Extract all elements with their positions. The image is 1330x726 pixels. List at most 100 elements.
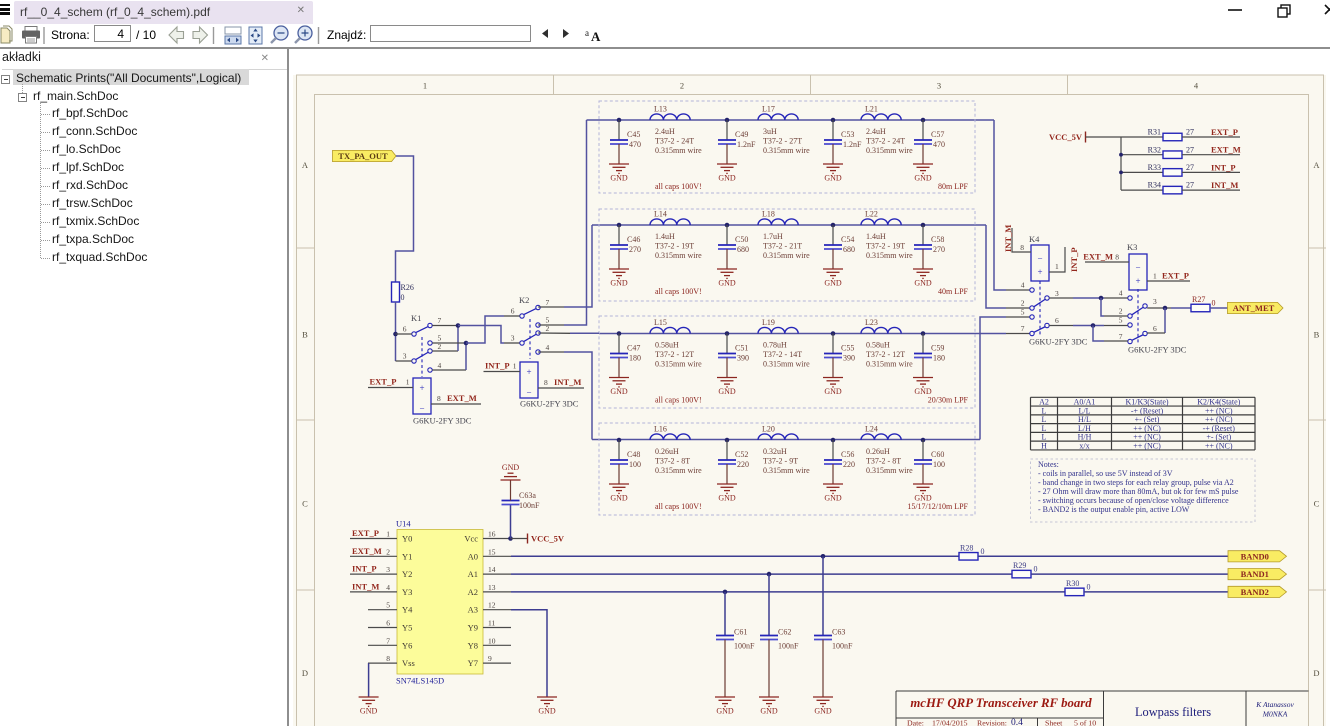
- svg-text:L: L: [1042, 433, 1047, 442]
- svg-text:T37-2 - 9T: T37-2 - 9T: [763, 457, 798, 466]
- svg-text:EXT_M: EXT_M: [1211, 145, 1241, 155]
- svg-text:4: 4: [546, 343, 550, 352]
- svg-text:C46: C46: [627, 235, 640, 244]
- svg-text:H/L: H/L: [1078, 415, 1091, 424]
- svg-text:G6KU-2FY 3DC: G6KU-2FY 3DC: [1128, 345, 1187, 355]
- svg-text:C63a: C63a: [519, 491, 536, 500]
- svg-text:100nF: 100nF: [832, 642, 853, 651]
- svg-text:1.2nF: 1.2nF: [843, 140, 862, 149]
- svg-text:B: B: [302, 329, 308, 339]
- svg-text:GND: GND: [718, 387, 736, 396]
- svg-text:Lowpass filters: Lowpass filters: [1135, 705, 1211, 719]
- svg-text:EXT_P: EXT_P: [1162, 271, 1189, 281]
- svg-text:x/x: x/x: [1079, 441, 1089, 450]
- svg-text:A1: A1: [468, 569, 478, 579]
- svg-text:10: 10: [488, 636, 496, 645]
- svg-text:GND: GND: [610, 494, 628, 503]
- svg-text:T37-2 - 19T: T37-2 - 19T: [866, 242, 905, 251]
- svg-text:R26: R26: [401, 283, 414, 292]
- svg-text:7: 7: [546, 298, 550, 307]
- svg-text:3: 3: [386, 565, 390, 574]
- svg-text:3uH: 3uH: [763, 127, 777, 136]
- svg-text:EXT_P: EXT_P: [352, 528, 379, 538]
- svg-text:Y6: Y6: [402, 640, 412, 650]
- svg-text:++ (NC): ++ (NC): [1205, 415, 1233, 424]
- svg-text:mcHF QRP Transceiver RF board: mcHF QRP Transceiver RF board: [910, 696, 1092, 710]
- svg-text:4: 4: [1119, 289, 1123, 298]
- svg-text:Date:: Date:: [907, 719, 924, 726]
- svg-text:0.315mm wire: 0.315mm wire: [763, 251, 810, 260]
- svg-text:D: D: [1313, 668, 1319, 678]
- svg-text:15/17/12/10m LPF: 15/17/12/10m LPF: [907, 502, 968, 511]
- svg-text:ANT_MET: ANT_MET: [1233, 303, 1275, 313]
- svg-text:40m LPF: 40m LPF: [938, 287, 969, 296]
- svg-text:L18: L18: [762, 210, 775, 219]
- svg-text:M0NKA: M0NKA: [1262, 710, 1288, 719]
- svg-text:3: 3: [403, 352, 407, 361]
- svg-text:Revision:: Revision:: [977, 719, 1007, 726]
- svg-text:6: 6: [1055, 316, 1059, 325]
- svg-text:17/04/2015: 17/04/2015: [932, 719, 968, 726]
- svg-text:C54: C54: [841, 235, 854, 244]
- svg-text:A: A: [1313, 160, 1320, 170]
- svg-text:G6KU-2FY 3DC: G6KU-2FY 3DC: [1029, 337, 1088, 347]
- svg-text:−: −: [1135, 263, 1140, 273]
- svg-text:6: 6: [403, 325, 407, 334]
- svg-text:INT_P: INT_P: [485, 361, 510, 371]
- svg-text:C52: C52: [735, 450, 748, 459]
- svg-text:7: 7: [438, 316, 442, 325]
- svg-text:8: 8: [386, 654, 390, 663]
- svg-text:1.2nF: 1.2nF: [737, 140, 756, 149]
- svg-text:C45: C45: [627, 130, 640, 139]
- svg-text:1.4uH: 1.4uH: [655, 232, 675, 241]
- svg-text:100: 100: [629, 460, 641, 469]
- svg-text:Y2: Y2: [402, 569, 412, 579]
- svg-text:Y9: Y9: [468, 623, 478, 633]
- svg-text:+- (Set): +- (Set): [1206, 433, 1231, 442]
- svg-text:BAND2: BAND2: [1241, 587, 1269, 597]
- svg-text:all caps 100V!: all caps 100V!: [655, 396, 702, 405]
- svg-text:3: 3: [511, 334, 515, 343]
- svg-text:U14: U14: [396, 519, 411, 529]
- svg-text:L20: L20: [762, 425, 775, 434]
- svg-text:-+ (Reset): -+ (Reset): [1203, 424, 1236, 433]
- svg-text:0.315mm wire: 0.315mm wire: [655, 251, 702, 260]
- svg-text:C: C: [1314, 499, 1320, 509]
- svg-text:180: 180: [629, 354, 641, 363]
- svg-text:EXT_M: EXT_M: [352, 546, 382, 556]
- svg-text:L/H: L/H: [1078, 424, 1091, 433]
- svg-text:C47: C47: [627, 344, 640, 353]
- svg-text:1: 1: [513, 362, 517, 371]
- svg-text:- BAND2 is the output enable p: - BAND2 is the output enable pin, active…: [1038, 505, 1190, 514]
- svg-text:SN74LS145D: SN74LS145D: [396, 676, 444, 686]
- svg-text:T37-2 - 8T: T37-2 - 8T: [655, 457, 690, 466]
- svg-text:a: a: [585, 28, 589, 38]
- svg-text:Y0: Y0: [402, 534, 412, 544]
- svg-text:K2: K2: [519, 295, 529, 305]
- svg-text:A2: A2: [468, 587, 478, 597]
- svg-text:0.315mm wire: 0.315mm wire: [866, 146, 913, 155]
- svg-text:8: 8: [1115, 253, 1119, 262]
- svg-text:180: 180: [933, 354, 945, 363]
- svg-text:27: 27: [1186, 128, 1194, 137]
- svg-text:0: 0: [1087, 582, 1091, 591]
- svg-text:80m LPF: 80m LPF: [938, 182, 969, 191]
- svg-text:1: 1: [386, 530, 390, 539]
- svg-text:R32: R32: [1148, 145, 1161, 154]
- svg-text:C: C: [302, 499, 308, 509]
- svg-text:27: 27: [1186, 181, 1194, 190]
- svg-text:27: 27: [1186, 163, 1194, 172]
- svg-text:0.315mm wire: 0.315mm wire: [866, 360, 913, 369]
- svg-text:0.315mm wire: 0.315mm wire: [763, 146, 810, 155]
- svg-text:C53: C53: [841, 130, 854, 139]
- svg-text:K3: K3: [1127, 242, 1137, 252]
- svg-text:INT_M: INT_M: [554, 377, 581, 387]
- svg-text:L/L: L/L: [1079, 406, 1091, 415]
- svg-text:3: 3: [937, 81, 941, 91]
- svg-text:T37-2 - 24T: T37-2 - 24T: [655, 137, 694, 146]
- svg-text:1.4uH: 1.4uH: [866, 232, 886, 241]
- svg-text:1: 1: [406, 378, 410, 387]
- svg-text:−: −: [526, 388, 531, 398]
- svg-text:T37-2 - 27T: T37-2 - 27T: [763, 137, 802, 146]
- svg-text:C63: C63: [832, 628, 845, 637]
